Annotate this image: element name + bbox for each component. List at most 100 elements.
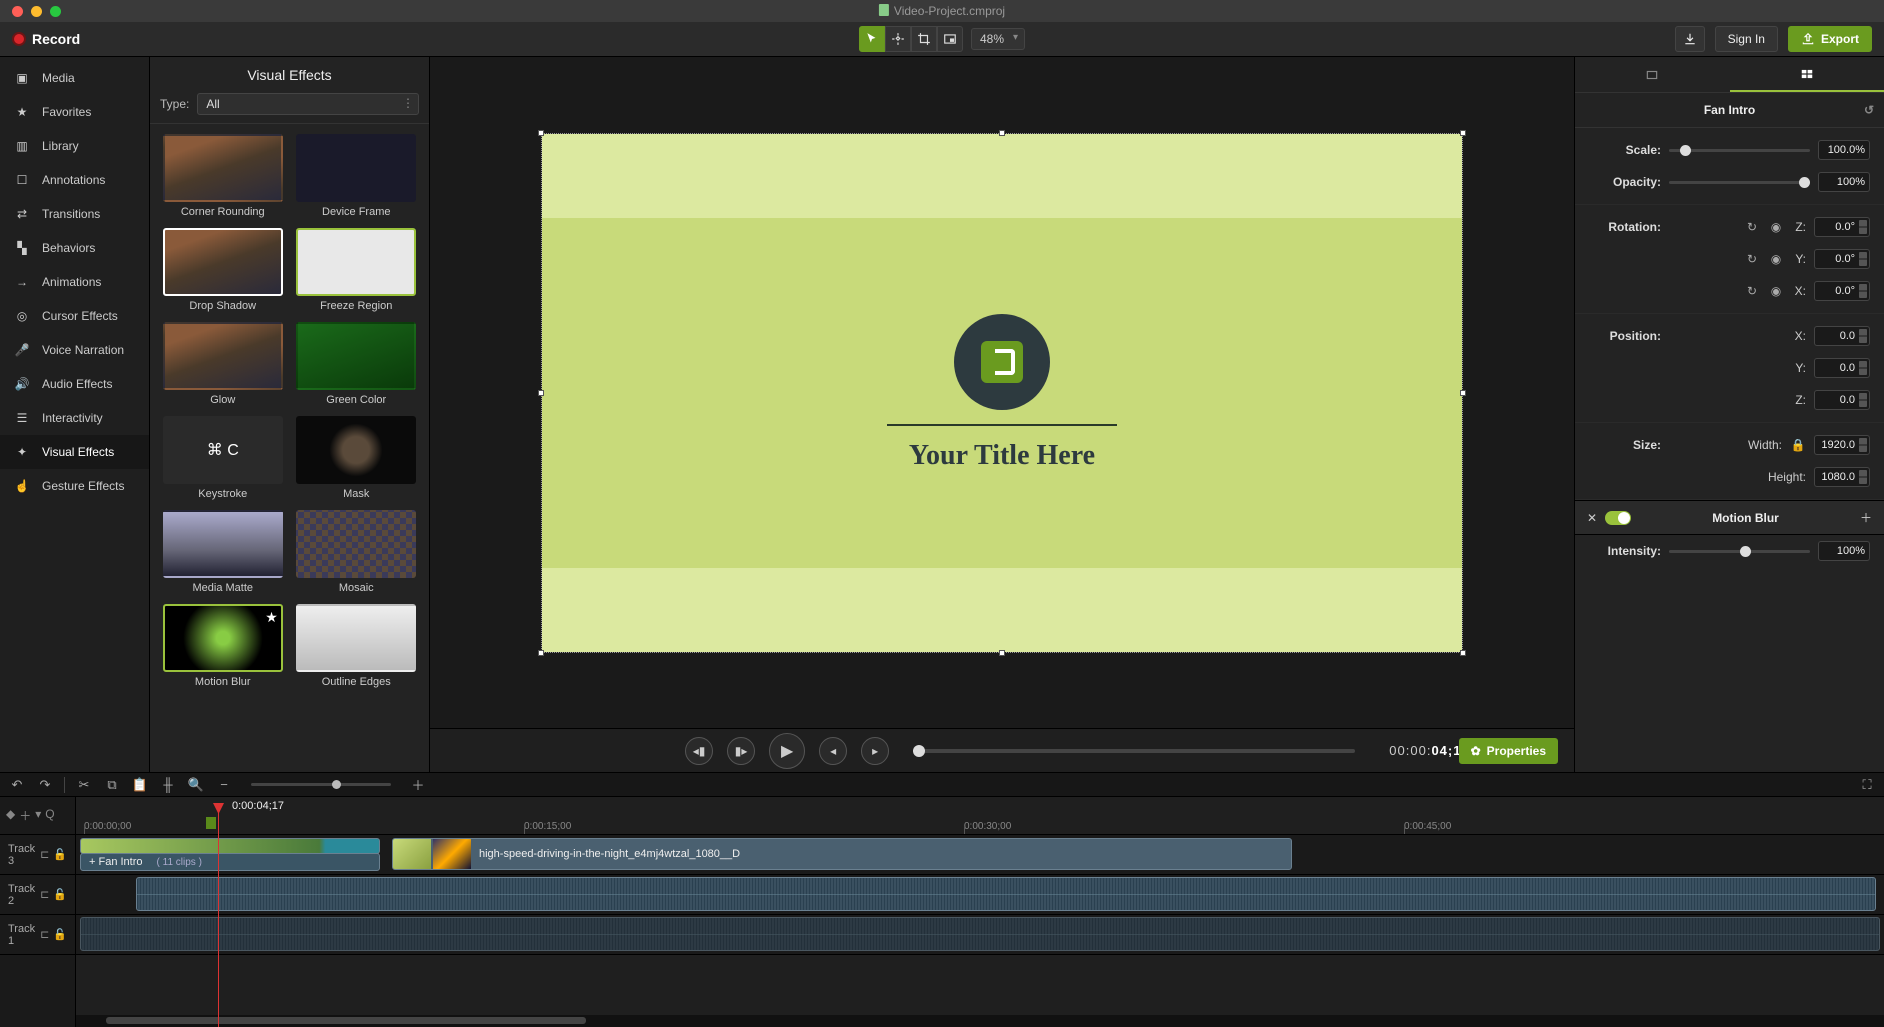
zoom-out-button[interactable]: − (215, 776, 233, 794)
dial-icon[interactable]: ◉ (1768, 219, 1784, 235)
play-button[interactable]: ▶ (769, 733, 805, 769)
step-back-button[interactable]: ◂ (819, 737, 847, 765)
effect-motion-blur[interactable]: ★Motion Blur (160, 604, 286, 688)
height-input[interactable]: 1080.0 (1814, 467, 1870, 487)
resize-handle[interactable] (538, 130, 544, 136)
tool-select[interactable] (859, 26, 885, 52)
expand-timeline-icon[interactable]: ⛶ (1858, 776, 1876, 794)
resize-handle[interactable] (538, 390, 544, 396)
timeline-zoom-slider[interactable] (251, 783, 391, 786)
intensity-slider[interactable] (1669, 550, 1810, 553)
lock-icon[interactable]: 🔓 (53, 928, 67, 941)
sidebar-item-library[interactable]: ▥Library (0, 129, 149, 163)
track-header[interactable]: Track 2⊏🔓 (0, 875, 75, 915)
effect-freeze-region[interactable]: Freeze Region (294, 228, 420, 312)
quiz-icon[interactable]: Q (45, 807, 54, 824)
effect-mask[interactable]: Mask (294, 416, 420, 500)
rotate-z-icon[interactable]: ↻ (1744, 219, 1760, 235)
effect-outline-edges[interactable]: Outline Edges (294, 604, 420, 688)
resize-handle[interactable] (999, 130, 1005, 136)
track-header[interactable]: Track 1⊏🔓 (0, 915, 75, 955)
sidebar-item-audio-effects[interactable]: 🔊Audio Effects (0, 367, 149, 401)
reset-icon[interactable]: ↺ (1864, 103, 1874, 117)
audio-clip[interactable] (80, 917, 1880, 951)
position-x-input[interactable]: 0.0 (1814, 326, 1870, 346)
resize-handle[interactable] (999, 650, 1005, 656)
zoom-icon[interactable]: 🔍 (187, 776, 205, 794)
timeline-track[interactable]: + Fan Intro ( 11 clips ) high-speed-driv… (76, 835, 1884, 875)
tool-pan[interactable] (885, 26, 911, 52)
properties-tab-2[interactable] (1730, 57, 1884, 92)
effect-glow[interactable]: Glow (160, 322, 286, 406)
lock-icon[interactable]: 🔓 (53, 888, 67, 901)
properties-tab-1[interactable] (1575, 57, 1730, 92)
next-clip-button[interactable]: ▮▸ (727, 737, 755, 765)
effect-green-color[interactable]: Green Color (294, 322, 420, 406)
clip-segment[interactable] (80, 838, 380, 854)
sidebar-item-favorites[interactable]: ★Favorites (0, 95, 149, 129)
intensity-value[interactable]: 100% (1818, 541, 1870, 561)
sidebar-item-cursor-effects[interactable]: ◎Cursor Effects (0, 299, 149, 333)
width-input[interactable]: 1920.0 (1814, 435, 1870, 455)
video-canvas[interactable]: Your Title Here (542, 134, 1462, 652)
sidebar-item-media[interactable]: ▣Media (0, 61, 149, 95)
effect-media-matte[interactable]: Media Matte (160, 510, 286, 594)
video-clip[interactable]: high-speed-driving-in-the-night_e4mj4wtz… (392, 838, 1292, 870)
cut-button[interactable]: ✂ (75, 776, 93, 794)
effects-grid[interactable]: Corner RoundingDevice FrameDrop ShadowFr… (150, 124, 429, 772)
dial-icon[interactable]: ◉ (1768, 283, 1784, 299)
timeline-ruler[interactable]: 0:00:04;17 0:00:00;000:00:15;000:00:30;0… (76, 797, 1884, 835)
close-effect-icon[interactable]: ✕ (1587, 511, 1597, 525)
record-button[interactable]: Record (12, 31, 80, 47)
download-button[interactable] (1675, 26, 1705, 52)
rotation-x-input[interactable]: 0.0° (1814, 281, 1870, 301)
lock-icon[interactable]: 🔓 (53, 848, 67, 861)
resize-handle[interactable] (1460, 650, 1466, 656)
sidebar-item-transitions[interactable]: ⇄Transitions (0, 197, 149, 231)
copy-button[interactable]: ⧉ (103, 776, 121, 794)
properties-button[interactable]: ✿ Properties (1459, 738, 1558, 764)
opacity-slider[interactable] (1669, 181, 1810, 184)
step-forward-button[interactable]: ▸ (861, 737, 889, 765)
export-button[interactable]: Export (1788, 26, 1872, 52)
tool-pip[interactable] (937, 26, 963, 52)
scale-value[interactable]: 100.0% (1818, 140, 1870, 160)
window-close-icon[interactable] (12, 6, 23, 17)
tool-crop[interactable] (911, 26, 937, 52)
timeline-track[interactable] (76, 915, 1884, 955)
sign-in-button[interactable]: Sign In (1715, 26, 1778, 52)
split-button[interactable]: ╫ (159, 776, 177, 794)
playhead[interactable] (218, 813, 219, 1027)
canvas-zoom-select[interactable]: 48% (971, 28, 1025, 50)
effect-mosaic[interactable]: Mosaic (294, 510, 420, 594)
timeline-track[interactable] (76, 875, 1884, 915)
effect-type-select[interactable]: All (197, 93, 419, 115)
marker-icon[interactable]: ◆ (6, 807, 15, 824)
track-header[interactable]: Track 3⊏🔓 (0, 835, 75, 875)
sidebar-item-annotations[interactable]: ☐Annotations (0, 163, 149, 197)
dial-icon[interactable]: ◉ (1768, 251, 1784, 267)
clip-group[interactable]: + Fan Intro ( 11 clips ) (80, 853, 380, 871)
effect-keystroke[interactable]: ⌘ CKeystroke (160, 416, 286, 500)
rotate-x-icon[interactable]: ↻ (1744, 283, 1760, 299)
resize-handle[interactable] (1460, 390, 1466, 396)
effect-corner-rounding[interactable]: Corner Rounding (160, 134, 286, 218)
rotation-z-input[interactable]: 0.0° (1814, 217, 1870, 237)
sidebar-item-animations[interactable]: →Animations (0, 265, 149, 299)
resize-handle[interactable] (538, 650, 544, 656)
zoom-in-button[interactable]: ＋ (409, 776, 427, 794)
playback-slider[interactable] (913, 749, 1355, 753)
chevron-down-icon[interactable]: ▾ (35, 807, 41, 824)
sidebar-item-voice-narration[interactable]: 🎤Voice Narration (0, 333, 149, 367)
lock-aspect-icon[interactable]: 🔒 (1790, 437, 1806, 453)
rotation-y-input[interactable]: 0.0° (1814, 249, 1870, 269)
canvas-selection[interactable]: Your Title Here (541, 133, 1463, 653)
paste-button[interactable]: 📋 (131, 776, 149, 794)
sidebar-item-visual-effects[interactable]: ✦Visual Effects (0, 435, 149, 469)
effect-device-frame[interactable]: Device Frame (294, 134, 420, 218)
sidebar-item-behaviors[interactable]: ▚Behaviors (0, 231, 149, 265)
canvas-area[interactable]: Your Title Here (430, 57, 1574, 728)
window-minimize-icon[interactable] (31, 6, 42, 17)
scale-slider[interactable] (1669, 149, 1810, 152)
sidebar-item-gesture-effects[interactable]: ☝Gesture Effects (0, 469, 149, 503)
